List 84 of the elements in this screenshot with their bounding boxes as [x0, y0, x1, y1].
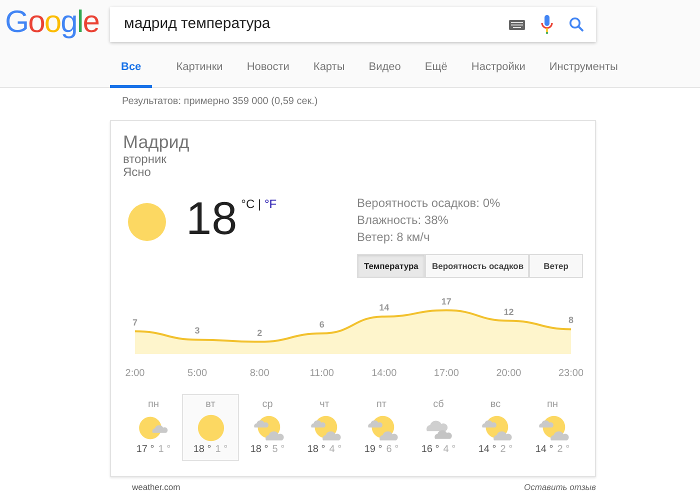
day-name: чт: [318, 399, 330, 412]
search-tab[interactable]: Карты: [313, 51, 345, 88]
search-tab[interactable]: Ещё: [424, 51, 448, 88]
low-temperature: 5 °: [272, 444, 285, 456]
fahrenheit-link[interactable]: °F: [264, 197, 277, 212]
chart-tab[interactable]: Вероятность осадков: [425, 254, 529, 278]
result-stats: Результатов: примерно 359 000 (0,59 сек.): [122, 96, 319, 108]
forecast-day[interactable]: сб 16 ° 4 °: [410, 394, 467, 462]
sun-cloud-icon: [252, 414, 284, 442]
day-name: пн: [147, 399, 160, 412]
weekday: вторник: [123, 152, 166, 166]
sun-cloud-icon: [480, 414, 512, 442]
search-icon[interactable]: [569, 17, 584, 32]
chart-tab[interactable]: Ветер: [529, 254, 583, 278]
weather-detail: Влажность: 38%: [357, 212, 450, 229]
search-tab[interactable]: Видео: [368, 51, 401, 88]
chart-tab[interactable]: Температура: [357, 254, 425, 278]
high-temperature: 18 °: [193, 444, 212, 456]
google-logo[interactable]: Google: [0, 0, 110, 42]
data-label: 7: [132, 318, 138, 328]
high-temperature: 17 °: [136, 444, 154, 456]
high-temperature: 18 °: [250, 444, 268, 456]
search-tab[interactable]: Настройки: [471, 51, 526, 88]
data-label: 2: [257, 328, 262, 338]
day-name: ср: [261, 399, 274, 412]
day-name: пн: [546, 399, 559, 412]
search-tab[interactable]: Инструменты: [549, 51, 618, 88]
forecast-day[interactable]: пн 14 ° 2 °: [524, 394, 581, 462]
city-name: Мадрид: [123, 133, 190, 153]
forecast-day[interactable]: ср 18 ° 5 °: [239, 394, 296, 462]
high-temperature: 19 °: [364, 444, 382, 456]
current-temperature: 18: [186, 195, 238, 246]
low-temperature: 6 °: [386, 444, 399, 456]
high-temperature: 18 °: [307, 444, 326, 456]
search-tab[interactable]: Картинки: [176, 51, 223, 88]
condition: Ясно: [123, 166, 151, 180]
data-label: 14: [379, 302, 390, 313]
data-label: 3: [194, 326, 200, 336]
time-label: 5:00: [188, 368, 208, 380]
forecast-day[interactable]: вт 18 ° 1 °: [182, 394, 239, 462]
weather-detail: Вероятность осадков: 0%: [357, 195, 502, 212]
time-label: 20:00: [496, 368, 522, 380]
unit-separator: |: [258, 197, 262, 212]
sun-cloud-icon: [536, 414, 568, 442]
high-temperature: 14 °: [478, 444, 496, 456]
low-temperature: 2 °: [557, 444, 570, 456]
time-label: 2:00: [125, 368, 145, 380]
search-input[interactable]: мадрид температура: [122, 12, 493, 37]
time-label: 8:00: [250, 368, 270, 380]
search-tab[interactable]: Новости: [246, 51, 290, 88]
low-temperature: 4 °: [443, 444, 456, 456]
day-name: вс: [489, 399, 502, 412]
data-label: 6: [319, 320, 324, 330]
day-name: сб: [432, 399, 445, 412]
sun-cloud-icon: [366, 414, 398, 442]
forecast-day[interactable]: пн 17 ° 1 °: [125, 394, 182, 462]
data-label: 12: [504, 307, 514, 318]
high-temperature: 16 °: [421, 444, 440, 456]
weather-detail: Ветер: 8 км/ч: [357, 228, 431, 246]
day-name: вт: [204, 399, 216, 412]
time-label: 14:00: [372, 368, 397, 380]
day-name: пт: [376, 399, 388, 412]
forecast-day[interactable]: вс 14 ° 2 °: [467, 394, 524, 462]
data-label: 8: [568, 316, 574, 326]
feedback-link[interactable]: Оставить отзыв: [524, 481, 596, 494]
low-temperature: 1 °: [215, 444, 228, 456]
celsius-unit[interactable]: °C: [241, 197, 255, 212]
low-temperature: 1 °: [158, 444, 171, 456]
time-label: 17:00: [434, 368, 459, 380]
data-label: 17: [441, 296, 452, 307]
search-tab[interactable]: Все: [110, 51, 152, 88]
source-link[interactable]: weather.com: [132, 481, 180, 494]
low-temperature: 4 °: [329, 444, 342, 456]
search-field[interactable]: мадрид температура: [110, 7, 596, 42]
time-label: 23:00: [558, 368, 583, 380]
high-temperature: 14 °: [535, 444, 554, 456]
keyboard-icon[interactable]: [509, 20, 525, 30]
forecast-day[interactable]: чт 18 ° 4 °: [296, 394, 353, 462]
microphone-icon[interactable]: [541, 15, 553, 34]
forecast-day[interactable]: пт 19 ° 6 °: [353, 394, 410, 462]
time-label: 11:00: [310, 368, 334, 380]
sun-cloud-icon: [308, 414, 340, 442]
sun-icon: [128, 203, 166, 242]
low-temperature: 2 °: [500, 444, 513, 456]
